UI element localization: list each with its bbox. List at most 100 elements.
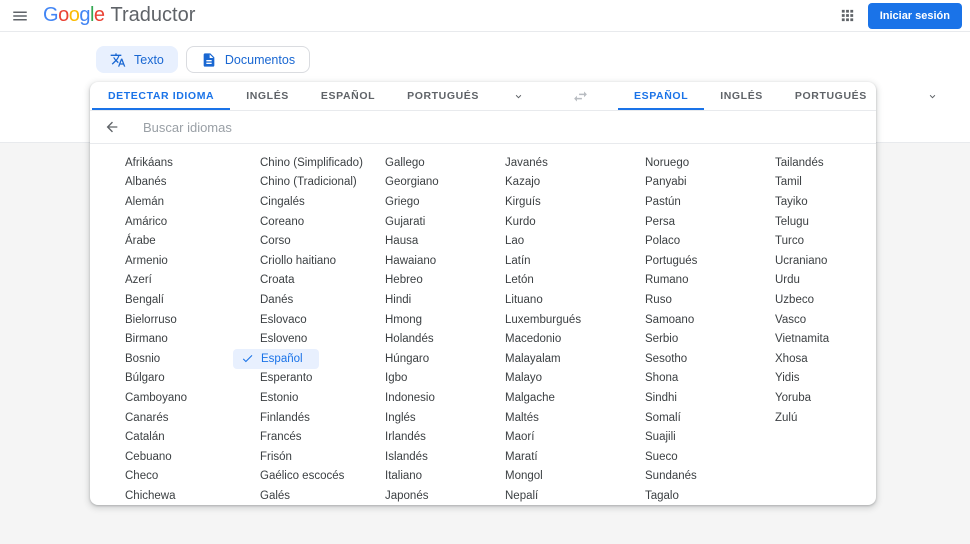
apps-grid-icon[interactable] [839,7,856,24]
language-option[interactable]: Georgiano [385,173,505,193]
language-option[interactable]: Indonesio [385,388,505,408]
language-option[interactable]: Nepalí [505,486,645,506]
language-option[interactable]: Griego [385,192,505,212]
language-option[interactable]: Hebreo [385,271,505,291]
search-input[interactable] [143,119,876,135]
language-option[interactable]: Tagalo [645,486,775,506]
source-tab-inglés[interactable]: INGLÉS [230,82,305,110]
source-chevron-down-icon[interactable] [495,82,542,110]
language-option[interactable]: Holandés [385,329,505,349]
back-arrow-icon[interactable] [104,119,120,135]
language-option[interactable]: Turco [775,231,876,251]
swap-languages-icon[interactable] [572,88,589,105]
language-option[interactable]: Japonés [385,486,505,506]
language-option[interactable]: Malayalam [505,349,645,369]
sign-in-button[interactable]: Iniciar sesión [867,2,962,29]
language-option[interactable]: Maorí [505,427,645,447]
language-option[interactable]: Húngaro [385,349,505,369]
language-option[interactable]: Noruego [645,153,775,173]
language-option[interactable]: Samoano [645,310,775,330]
language-option[interactable]: Coreano [260,212,385,232]
language-option[interactable]: Hausa [385,231,505,251]
language-option[interactable]: Portugués [645,251,775,271]
language-option[interactable]: Yidis [775,369,876,389]
language-option[interactable]: Maratí [505,447,645,467]
language-option[interactable]: Sesotho [645,349,775,369]
language-option-selected[interactable]: Español [233,348,319,369]
language-option[interactable]: Gallego [385,153,505,173]
language-option[interactable]: Criollo haitiano [260,251,385,271]
language-option[interactable]: Inglés [385,408,505,428]
language-option[interactable]: Esloveno [260,329,385,349]
language-option[interactable]: Vasco [775,310,876,330]
documents-mode-button[interactable]: Documentos [185,46,311,73]
language-option[interactable]: Serbio [645,329,775,349]
language-option[interactable]: Catalán [125,427,260,447]
language-option[interactable]: Telugu [775,212,876,232]
source-tab-detectar-idioma[interactable]: DETECTAR IDIOMA [92,82,230,110]
language-option[interactable]: Islandés [385,447,505,467]
text-mode-button[interactable]: Texto [96,46,178,73]
target-tab-español[interactable]: ESPAÑOL [618,82,704,110]
language-option[interactable]: Lituano [505,290,645,310]
menu-icon[interactable] [11,7,29,25]
language-option[interactable]: Bengalí [125,290,260,310]
language-option[interactable]: Árabe [125,231,260,251]
language-option[interactable]: Azerí [125,271,260,291]
language-option[interactable]: Tamil [775,173,876,193]
language-option[interactable]: Macedonio [505,329,645,349]
language-option[interactable]: Zulú [775,408,876,428]
language-option[interactable]: Hawaiano [385,251,505,271]
language-option[interactable]: Finlandés [260,408,385,428]
language-option[interactable]: Kazajo [505,173,645,193]
language-option[interactable]: Italiano [385,467,505,487]
language-option[interactable]: Vietnamita [775,329,876,349]
language-option[interactable]: Gaélico escocés [260,467,385,487]
language-option[interactable]: Maltés [505,408,645,428]
language-option[interactable]: Xhosa [775,349,876,369]
language-option[interactable]: Igbo [385,369,505,389]
language-option[interactable]: Croata [260,271,385,291]
language-option[interactable]: Cingalés [260,192,385,212]
google-logo[interactable]: Google Traductor [43,4,195,27]
language-option[interactable]: Panyabi [645,173,775,193]
source-tab-español[interactable]: ESPAÑOL [305,82,391,110]
language-option[interactable]: Albanés [125,173,260,193]
target-tab-inglés[interactable]: INGLÉS [704,82,779,110]
language-option[interactable]: Irlandés [385,427,505,447]
language-option[interactable]: Yoruba [775,388,876,408]
language-option[interactable]: Sindhi [645,388,775,408]
language-option[interactable]: Lao [505,231,645,251]
target-tab-portugués[interactable]: PORTUGUÉS [779,82,883,110]
language-option[interactable]: Persa [645,212,775,232]
language-option[interactable]: Ruso [645,290,775,310]
language-option[interactable]: Camboyano [125,388,260,408]
language-option[interactable]: Ucraniano [775,251,876,271]
language-option[interactable]: Uzbeco [775,290,876,310]
language-option[interactable]: Tayiko [775,192,876,212]
language-option[interactable]: Frisón [260,447,385,467]
language-option[interactable]: Luxemburgués [505,310,645,330]
language-option[interactable]: Búlgaro [125,369,260,389]
language-option[interactable]: Cebuano [125,447,260,467]
language-option[interactable]: Sueco [645,447,775,467]
language-option[interactable]: Javanés [505,153,645,173]
language-option[interactable]: Letón [505,271,645,291]
language-option[interactable]: Armenio [125,251,260,271]
language-option[interactable]: Checo [125,467,260,487]
language-option[interactable]: Polaco [645,231,775,251]
language-option[interactable]: Chino (Simplificado) [260,153,385,173]
language-option[interactable]: Urdu [775,271,876,291]
language-option[interactable]: Canarés [125,408,260,428]
language-option[interactable]: Francés [260,427,385,447]
source-tab-portugués[interactable]: PORTUGUÉS [391,82,495,110]
language-option[interactable]: Shona [645,369,775,389]
language-option[interactable]: Mongol [505,467,645,487]
language-option[interactable]: Hindi [385,290,505,310]
language-option[interactable]: Somalí [645,408,775,428]
language-option[interactable]: Hmong [385,310,505,330]
language-option[interactable]: Galés [260,486,385,506]
language-option[interactable]: Suajili [645,427,775,447]
language-option[interactable]: Malgache [505,388,645,408]
language-option[interactable]: Bielorruso [125,310,260,330]
